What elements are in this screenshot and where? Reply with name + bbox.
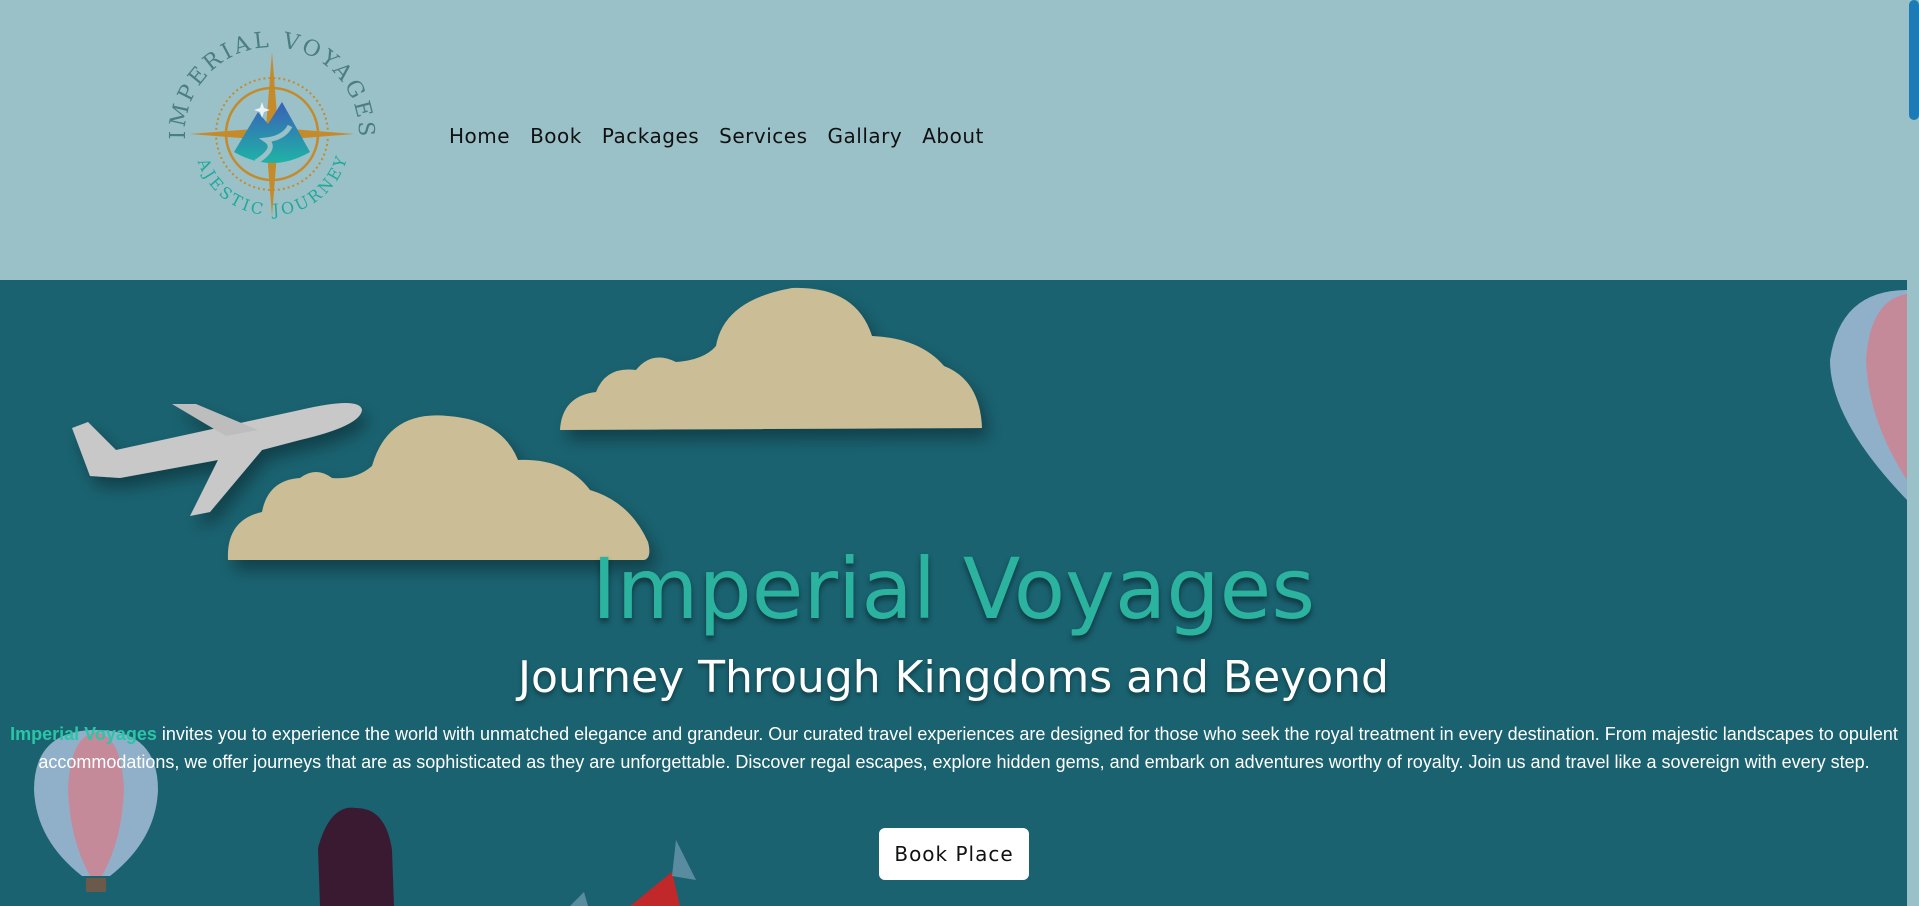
scrollbar[interactable] [1907,0,1919,906]
nav-about[interactable]: About [922,124,984,148]
book-place-button[interactable]: Book Place [879,828,1029,880]
scrollbar-thumb[interactable] [1909,0,1919,120]
nav-gallary[interactable]: Gallary [828,124,903,148]
cloud-top [560,287,982,430]
sailboat-icon [570,840,696,906]
hero-subtitle: Journey Through Kingdoms and Beyond [518,652,1389,703]
figure-silhouette [318,807,394,906]
hero-title: Imperial Voyages [591,540,1316,638]
nav-book[interactable]: Book [530,124,582,148]
balloon-right-icon [1830,290,1907,500]
hero-section: Imperial Voyages Journey Through Kingdom… [0,280,1907,906]
hero-description: Imperial Voyages invites you to experien… [4,720,1904,776]
site-header: IMPERIAL VOYAGES MAJESTIC JOURNEYS Home … [0,0,1907,280]
logo[interactable]: IMPERIAL VOYAGES MAJESTIC JOURNEYS [160,22,385,247]
hero-description-brand: Imperial Voyages [10,724,157,744]
nav-services[interactable]: Services [719,124,807,148]
hero-description-text: invites you to experience the world with… [38,724,1898,772]
nav-home[interactable]: Home [449,124,510,148]
main-nav: Home Book Packages Services Gallary Abou… [449,124,984,148]
nav-packages[interactable]: Packages [602,124,699,148]
